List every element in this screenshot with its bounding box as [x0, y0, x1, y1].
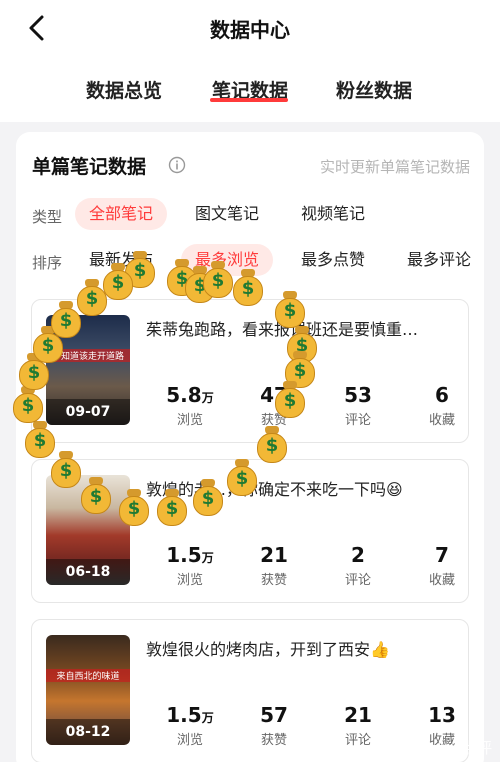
note-date: 08-12: [46, 719, 130, 745]
stat-value: 53: [344, 383, 372, 407]
tab-overview[interactable]: 数据总览: [86, 76, 162, 103]
tab-bar: 数据总览 笔记数据 粉丝数据: [0, 56, 500, 122]
money-bag-icon: $: [117, 489, 151, 527]
stat-likes: 21 获赞: [234, 543, 314, 588]
top-bar: 数据中心: [0, 0, 500, 56]
stat-likes: 57 获赞: [234, 703, 314, 748]
stat-label: 评论: [344, 413, 371, 428]
sort-label: 排序: [32, 254, 63, 272]
stat-label: 收藏: [428, 573, 455, 588]
money-bag-icon: $: [23, 421, 57, 459]
money-bag-icon: $: [11, 386, 45, 424]
stat-value: 1.5: [166, 543, 202, 567]
money-bag-icon: $: [273, 381, 307, 419]
stat-value: 13: [428, 703, 456, 727]
thumbnail-caption: 来自西北的味道: [46, 669, 130, 682]
money-bag-icon: $: [155, 489, 189, 527]
stat-value: 1.5: [166, 703, 202, 727]
info-icon[interactable]: [168, 156, 186, 174]
stat-favorites: 7 收藏: [402, 543, 482, 588]
active-tab-indicator: [210, 98, 288, 102]
note-thumbnail: 来自西北的味道 08-12: [46, 635, 130, 745]
note-title: 敦煌很火的烤肉店，开到了西安👍: [146, 640, 390, 659]
single-note-panel: 单篇笔记数据 实时更新单篇笔记数据 类型 全部笔记 图文笔记 视频笔记 排序 最…: [16, 132, 484, 762]
stat-unit: 万: [201, 711, 214, 725]
money-bag-icon: $: [101, 263, 135, 301]
money-bag-icon: $: [273, 291, 307, 329]
stat-unit: 万: [201, 551, 214, 565]
stat-label: 浏览: [176, 733, 203, 748]
stat-value: 5.8: [166, 383, 202, 407]
note-date: 09-07: [46, 399, 130, 425]
stat-views: 1.5万 浏览: [150, 543, 230, 588]
realtime-hint: 实时更新单篇笔记数据: [319, 158, 470, 176]
money-bag-icon: $: [201, 261, 235, 299]
stat-value: 57: [260, 703, 288, 727]
chip-image-notes[interactable]: 图文笔记: [181, 198, 273, 230]
stat-value: 21: [260, 543, 288, 567]
type-label: 类型: [32, 208, 63, 226]
stat-label: 浏览: [176, 413, 203, 428]
tab-fans-data[interactable]: 粉丝数据: [336, 76, 412, 103]
stat-label: 收藏: [428, 413, 455, 428]
money-bag-icon: $: [79, 477, 113, 515]
stat-value: 21: [344, 703, 372, 727]
money-bag-icon: $: [191, 479, 225, 517]
sort-most-comments[interactable]: 最多评论: [393, 244, 485, 276]
stat-label: 获赞: [260, 573, 287, 588]
note-date: 06-18: [46, 559, 130, 585]
stat-comments: 2 评论: [318, 543, 398, 588]
stat-value: 6: [435, 383, 449, 407]
stat-comments: 53 评论: [318, 383, 398, 428]
note-card[interactable]: 不知道该走开道路 09-07 茱蒂兔跑路，看来报课班还是要慎重… 5.8万 浏览…: [31, 299, 469, 443]
stat-value: 7: [435, 543, 449, 567]
note-card[interactable]: 来自西北的味道 08-12 敦煌很火的烤肉店，开到了西安👍 1.5万 浏览 57…: [31, 619, 469, 762]
stat-comments: 21 评论: [318, 703, 398, 748]
sort-most-likes[interactable]: 最多点赞: [287, 244, 379, 276]
stat-unit: 万: [201, 391, 214, 405]
stat-views: 5.8万 浏览: [150, 383, 230, 428]
watermark: 大众点评: [431, 739, 492, 757]
chip-all-notes[interactable]: 全部笔记: [75, 198, 168, 230]
money-bag-icon: $: [231, 269, 265, 307]
stat-views: 1.5万 浏览: [150, 703, 230, 748]
page-title: 数据中心: [210, 18, 290, 42]
stat-value: 2: [351, 543, 365, 567]
money-bag-icon: $: [255, 426, 289, 464]
stat-label: 评论: [344, 573, 371, 588]
chip-video-notes[interactable]: 视频笔记: [287, 198, 379, 230]
stat-label: 浏览: [176, 573, 203, 588]
stat-label: 获赞: [260, 733, 287, 748]
panel-title: 单篇笔记数据: [32, 156, 147, 178]
stat-label: 评论: [344, 733, 371, 748]
money-bag-icon: $: [225, 459, 259, 497]
stat-favorites: 6 收藏: [402, 383, 482, 428]
